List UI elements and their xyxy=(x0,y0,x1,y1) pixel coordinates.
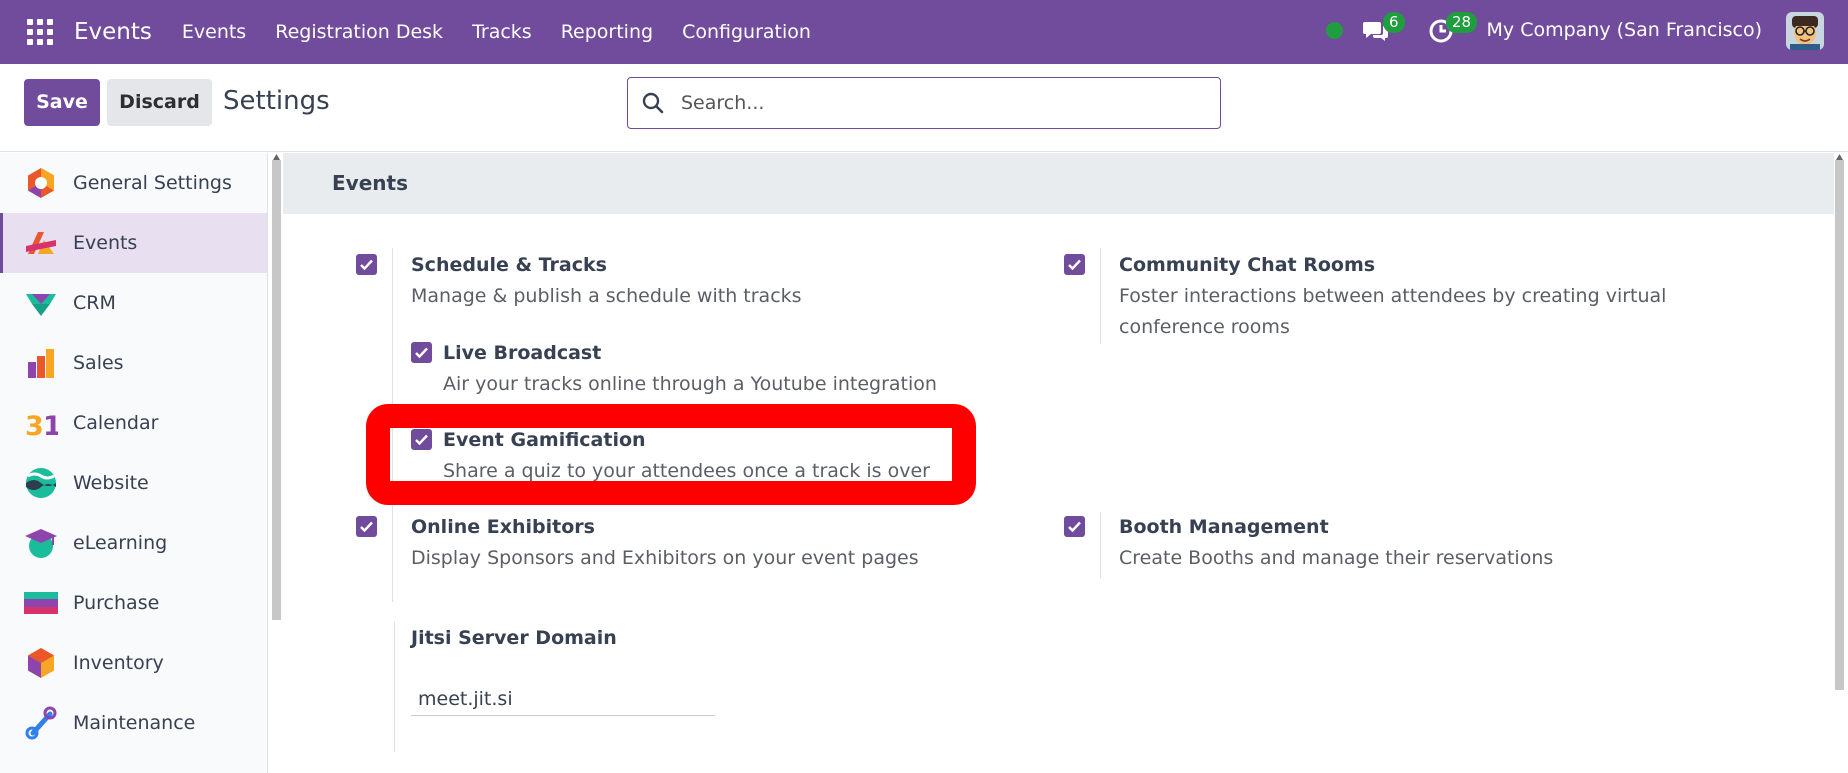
sidebar-item-label: Website xyxy=(73,472,149,494)
schedule-tracks-checkbox[interactable] xyxy=(356,254,377,275)
calendar-icon: 3 1 xyxy=(25,411,58,440)
sidebar-item-label: Purchase xyxy=(73,592,160,614)
search-input[interactable] xyxy=(681,88,1201,118)
settings-sidebar: General Settings Events CRM Sales 3 1 Ca… xyxy=(0,153,268,773)
sidebar-item-label: Events xyxy=(73,232,138,254)
sidebar-item-label: Maintenance xyxy=(73,712,196,734)
sidebar-item-sales[interactable]: Sales xyxy=(0,333,267,393)
search-icon xyxy=(642,92,664,114)
booth-management-title: Booth Management xyxy=(1119,516,1329,538)
schedule-tracks-title: Schedule & Tracks xyxy=(411,254,607,276)
sidebar-item-label: eLearning xyxy=(73,532,168,554)
sidebar-item-general-settings[interactable]: General Settings xyxy=(0,153,267,213)
online-exhibitors-checkbox[interactable] xyxy=(356,516,377,537)
activity-badge: 28 xyxy=(1446,12,1478,33)
sidebar-item-crm[interactable]: CRM xyxy=(0,273,267,333)
sidebar-item-calendar[interactable]: 3 1 Calendar xyxy=(0,393,267,453)
community-chat-title: Community Chat Rooms xyxy=(1119,254,1376,276)
maintenance-icon xyxy=(25,706,57,740)
sales-icon xyxy=(28,349,54,378)
app-brand[interactable]: Events xyxy=(74,19,152,45)
sidebar-item-label: Inventory xyxy=(73,652,164,674)
user-avatar[interactable] xyxy=(1786,12,1824,50)
sidebar-item-inventory[interactable]: Inventory xyxy=(0,633,267,693)
section-title: Events xyxy=(332,171,408,195)
save-button[interactable]: Save xyxy=(24,79,100,126)
community-chat-desc: Foster interactions between attendees by… xyxy=(1119,285,1667,338)
search-box[interactable] xyxy=(627,77,1221,129)
sidebar-item-website[interactable]: Website xyxy=(0,453,267,513)
presence-indicator xyxy=(1326,22,1343,39)
sidebar-item-label: Calendar xyxy=(73,412,159,434)
community-chat-checkbox[interactable] xyxy=(1064,254,1085,275)
sidebar-item-events[interactable]: Events xyxy=(0,213,267,273)
website-icon xyxy=(26,468,56,498)
apps-menu-icon[interactable] xyxy=(27,19,53,45)
svg-text:1: 1 xyxy=(43,411,58,440)
main-menu: Events Registration Desk Tracks Reportin… xyxy=(182,21,840,43)
jitsi-domain-label: Jitsi Server Domain xyxy=(411,627,617,649)
live-broadcast-desc: Air your tracks online through a Youtube… xyxy=(443,373,937,395)
company-switcher[interactable]: My Company (San Francisco) xyxy=(1487,19,1762,41)
inventory-icon xyxy=(28,648,54,678)
menu-item-configuration[interactable]: Configuration xyxy=(682,21,811,43)
top-navbar: Events Events Registration Desk Tracks R… xyxy=(0,0,1848,64)
sidebar-item-elearning[interactable]: eLearning xyxy=(0,513,267,573)
online-exhibitors-desc: Display Sponsors and Exhibitors on your … xyxy=(411,547,919,569)
main-scrollbar[interactable] xyxy=(1835,160,1844,690)
elearning-icon xyxy=(25,529,57,558)
schedule-tracks-desc: Manage & publish a schedule with tracks xyxy=(411,285,802,307)
control-panel: Save Discard Settings xyxy=(0,64,1848,152)
page-title: Settings xyxy=(223,86,330,116)
menu-item-reporting[interactable]: Reporting xyxy=(561,21,653,43)
live-broadcast-title: Live Broadcast xyxy=(443,342,602,364)
section-header: Events xyxy=(283,153,1834,214)
chat-badge: 6 xyxy=(1383,12,1405,33)
crm-icon xyxy=(26,294,56,316)
jitsi-domain-input[interactable] xyxy=(411,682,715,716)
setting-divider xyxy=(394,622,395,752)
online-exhibitors-title: Online Exhibitors xyxy=(411,516,595,538)
events-icon xyxy=(26,232,56,254)
svg-text:3: 3 xyxy=(25,411,44,440)
sidebar-item-maintenance[interactable]: Maintenance xyxy=(0,693,267,753)
booth-management-checkbox[interactable] xyxy=(1064,516,1085,537)
booth-management-desc: Create Booths and manage their reservati… xyxy=(1119,547,1554,569)
setting-divider xyxy=(1100,512,1101,578)
sidebar-item-label: CRM xyxy=(73,292,116,314)
discard-button[interactable]: Discard xyxy=(107,79,212,126)
live-broadcast-checkbox[interactable] xyxy=(411,342,432,363)
sidebar-item-label: General Settings xyxy=(73,172,232,194)
menu-item-events[interactable]: Events xyxy=(182,21,246,43)
sidebar-scrollbar[interactable] xyxy=(272,160,281,620)
highlight-annotation xyxy=(366,404,976,505)
purchase-icon xyxy=(24,592,58,614)
setting-divider xyxy=(1100,248,1101,344)
menu-item-tracks[interactable]: Tracks xyxy=(472,21,532,43)
sidebar-item-label: Sales xyxy=(73,352,124,374)
general-settings-icon xyxy=(28,168,54,198)
menu-item-registration-desk[interactable]: Registration Desk xyxy=(275,21,443,43)
sidebar-item-purchase[interactable]: Purchase xyxy=(0,573,267,633)
